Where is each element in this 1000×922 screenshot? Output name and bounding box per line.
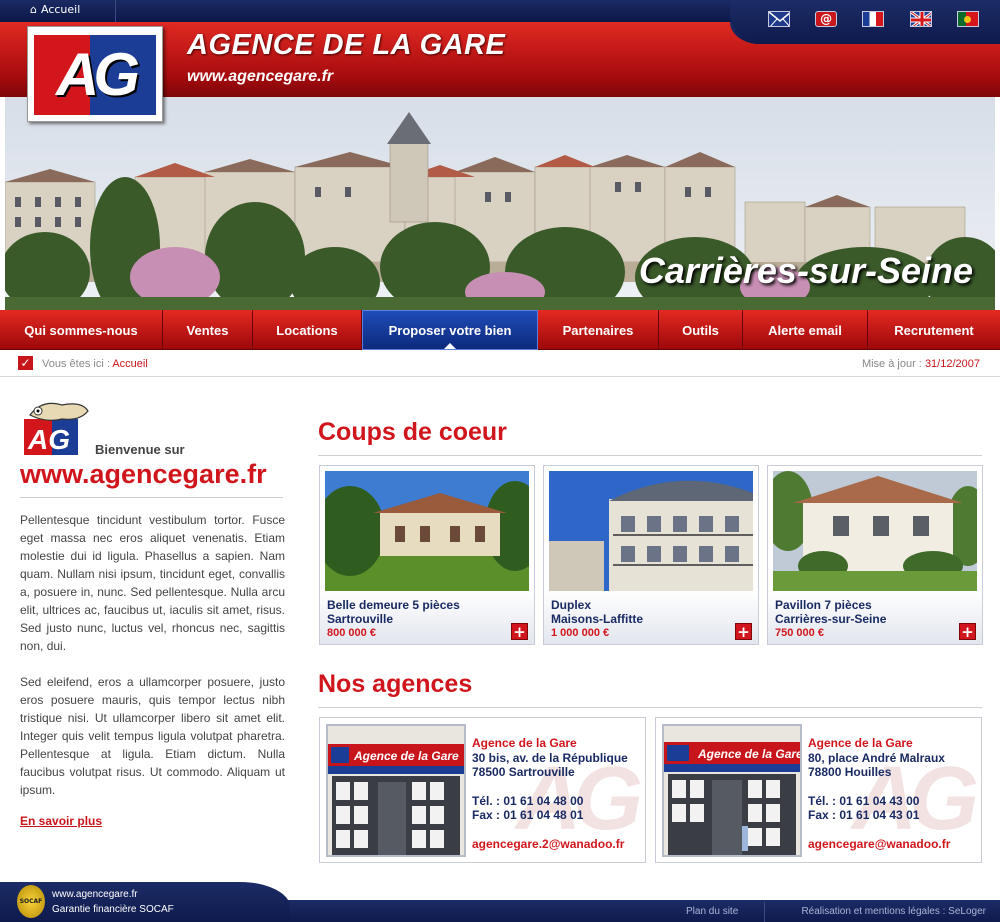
agency-fax: Fax : 01 61 04 48 01 — [472, 808, 584, 822]
divider — [318, 455, 982, 456]
footer-url: www.agencegare.fr — [52, 889, 138, 900]
agency-street: 30 bis, av. de la République — [472, 750, 628, 765]
property-card[interactable]: Belle demeure 5 pièces Sartrouville 800 … — [319, 465, 535, 645]
property-card[interactable]: Duplex Maisons-Laffitte 1 000 000 € + — [543, 465, 759, 645]
agency-street: 80, place André Malraux — [808, 750, 945, 765]
divider — [115, 0, 116, 22]
agency-card: AG Agence de la Gare Agence de la Gare 3… — [319, 717, 646, 863]
agency-phone: Tél. : 01 61 04 48 00 — [472, 793, 584, 808]
home-link-label: Accueil — [40, 3, 81, 16]
agency-name: Agence de la Gare — [472, 736, 577, 750]
property-title: Belle demeure 5 pièces — [327, 598, 460, 612]
flag-fr-icon[interactable] — [862, 11, 885, 27]
divider — [764, 902, 765, 922]
plus-icon[interactable]: + — [511, 623, 528, 640]
property-photo — [325, 471, 529, 591]
main-nav: Qui sommes-nous Ventes Locations Propose… — [0, 310, 1000, 350]
property-city: Maisons-Laffitte — [551, 612, 644, 626]
site-footer: SOCAF www.agencegare.fr Garantie financi… — [0, 882, 1000, 922]
home-icon: ⌂ — [30, 3, 37, 16]
mail-icon[interactable] — [767, 11, 790, 27]
property-price: 800 000 € — [327, 627, 376, 639]
nav-proposer-votre-bien[interactable]: Proposer votre bien — [362, 310, 538, 350]
divider — [20, 497, 283, 498]
banner-photo: Carrières-sur-Seine — [5, 97, 995, 310]
update-label: Mise à jour : — [861, 358, 922, 370]
property-title: Duplex — [551, 598, 592, 612]
intro-paragraph-1: Pellentesque tincidunt vestibulum tortor… — [20, 513, 285, 653]
site-title: AGENCE DE LA GARE — [187, 29, 506, 61]
agency-card: AG Agence de la Gare Agence de la Gare 8… — [655, 717, 982, 863]
breadcrumb-current[interactable]: Accueil — [112, 358, 147, 370]
agency-logo[interactable]: AG — [27, 26, 163, 122]
nav-qui-sommes-nous[interactable]: Qui sommes-nous — [0, 310, 163, 350]
breadcrumb-text: Vous êtes ici : Accueil — [42, 358, 148, 370]
checkmark-icon: ✓ — [18, 356, 33, 370]
update-info: Mise à jour : 31/12/2007 — [862, 358, 980, 370]
agency-email-link[interactable]: agencegare.2@wanadoo.fr — [472, 837, 628, 852]
property-title: Pavillon 7 pièces — [775, 598, 872, 612]
logo-text: AG — [56, 41, 140, 108]
flag-uk-icon[interactable] — [909, 11, 932, 27]
nav-alerte-email[interactable]: Alerte email — [743, 310, 868, 350]
agency-photo: Agence de la Gare — [326, 724, 466, 857]
update-date: 31/12/2007 — [924, 358, 980, 370]
property-card[interactable]: Pavillon 7 pièces Carrières-sur-Seine 75… — [767, 465, 983, 645]
featured-title: Coups de coeur — [318, 418, 507, 446]
property-photo — [773, 471, 977, 591]
welcome-url: www.agencegare.fr — [20, 459, 267, 489]
socaf-badge-icon: SOCAF — [17, 885, 45, 918]
read-more-link[interactable]: En savoir plus — [20, 814, 102, 828]
property-city: Sartrouville — [327, 612, 394, 626]
agency-info: Agence de la Gare 80, place André Malrau… — [808, 736, 950, 851]
agency-city: 78800 Houilles — [808, 765, 892, 779]
footer-guarantee: Garantie financière SOCAF — [52, 904, 174, 915]
agency-info: Agence de la Gare 30 bis, av. de la Répu… — [472, 736, 628, 851]
flag-pt-emblem — [964, 16, 972, 23]
divider — [318, 707, 982, 708]
welcome-label: Bienvenue sur — [95, 442, 185, 457]
nav-outils[interactable]: Outils — [659, 310, 743, 350]
agency-city: 78500 Sartrouville — [472, 765, 575, 779]
agency-phone: Tél. : 01 61 04 43 00 — [808, 793, 920, 808]
breadcrumb-prefix: Vous êtes ici : — [42, 358, 110, 370]
at-email-icon[interactable]: @ — [815, 11, 838, 27]
agencies-title: Nos agences — [318, 670, 473, 698]
nav-locations[interactable]: Locations — [253, 310, 362, 350]
plus-icon[interactable]: + — [959, 623, 976, 640]
page: ⌂ Accueil @ AG AGENCE DE LA GARE www.age… — [0, 0, 1000, 922]
legal-link[interactable]: Réalisation et mentions légales : SeLoge… — [801, 906, 986, 917]
nav-recrutement[interactable]: Recrutement — [868, 310, 1000, 350]
sitemap-link[interactable]: Plan du site — [686, 906, 738, 917]
nav-partenaires[interactable]: Partenaires — [538, 310, 659, 350]
nav-ventes[interactable]: Ventes — [163, 310, 253, 350]
property-price: 750 000 € — [775, 627, 824, 639]
utility-icons: @ — [730, 0, 1000, 44]
flag-pt-icon[interactable] — [957, 11, 980, 27]
property-price: 1 000 000 € — [551, 627, 610, 639]
banner-caption: Carrières-sur-Seine — [638, 250, 973, 291]
shop-sign: Agence de la Gare — [697, 747, 800, 761]
agency-fax: Fax : 01 61 04 43 01 — [808, 808, 920, 822]
property-city: Carrières-sur-Seine — [775, 612, 887, 626]
site-url: www.agencegare.fr — [187, 68, 334, 85]
shop-sign: Agence de la Gare — [353, 749, 459, 763]
svg-text:AG: AG — [27, 424, 70, 455]
agency-photo: Agence de la Gare — [662, 724, 802, 857]
breadcrumb: ✓ Vous êtes ici : Accueil Mise à jour : … — [0, 350, 1000, 377]
property-photo — [549, 471, 753, 591]
intro-paragraph-2: Sed eleifend, eros a ullamcorper posuere… — [20, 675, 285, 797]
home-link[interactable]: ⌂ Accueil — [30, 3, 80, 16]
mascot-logo-icon: AG — [24, 402, 89, 455]
agency-name: Agence de la Gare — [808, 736, 913, 750]
agency-email-link[interactable]: agencegare@wanadoo.fr — [808, 837, 950, 852]
plus-icon[interactable]: + — [735, 623, 752, 640]
